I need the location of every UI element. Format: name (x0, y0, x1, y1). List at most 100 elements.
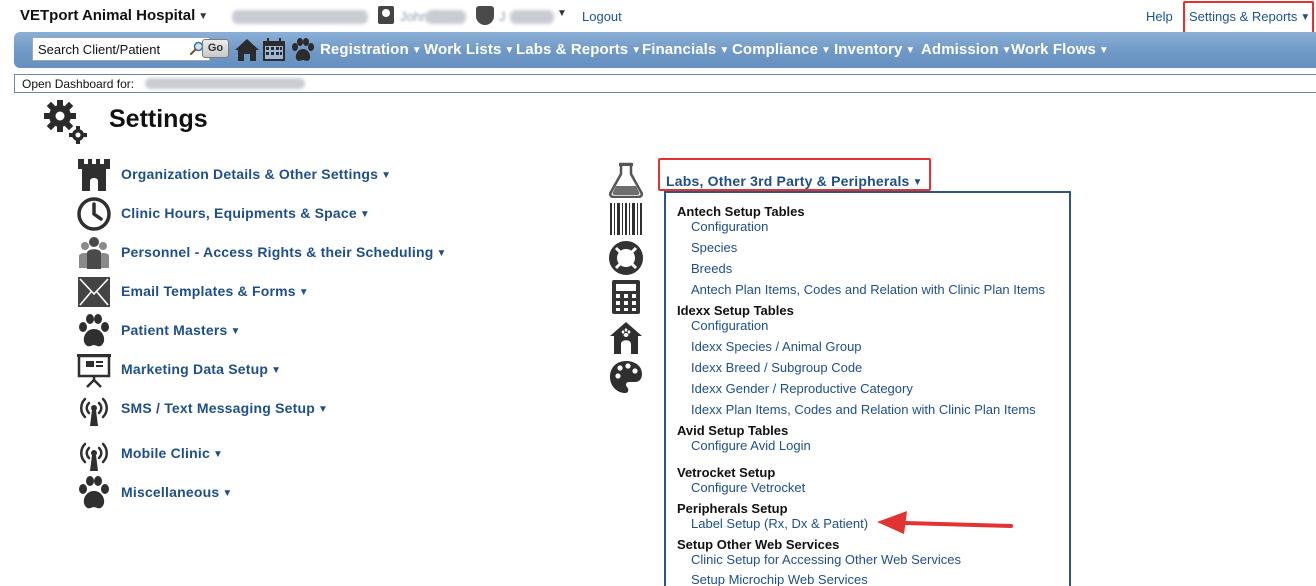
top-bar: VETport Animal Hospital▼ John Doe J ▼ Lo… (0, 0, 1316, 41)
main-nav-bar: Go Registration▼ Work Lists▼ Labs & Repo… (14, 32, 1316, 68)
nav-labs-reports[interactable]: Labs & Reports ▼ (516, 41, 641, 58)
label-text: Email Templates & Forms (121, 283, 296, 299)
labs-peripherals-menu[interactable]: Labs, Other 3rd Party & Peripherals ▼ (666, 173, 923, 189)
settings-item-label: Mobile Clinic ▼ (121, 445, 223, 461)
submenu-link[interactable]: Configuration (691, 318, 768, 333)
group-heading: Vetrocket Setup (677, 465, 776, 480)
antenna-icon (80, 397, 108, 426)
role-initial[interactable]: J (499, 9, 506, 24)
redacted-role (510, 10, 554, 24)
gears-icon (44, 100, 87, 144)
chevron-down-icon: ▼ (212, 449, 224, 460)
settings-item-label: Marketing Data Setup ▼ (121, 361, 281, 377)
nav-financials[interactable]: Financials ▼ (642, 41, 729, 58)
chevron-down-icon: ▼ (631, 45, 642, 56)
nav-label: Admission (921, 41, 999, 58)
group-heading: Idexx Setup Tables (677, 303, 794, 318)
nav-compliance[interactable]: Compliance ▼ (732, 41, 831, 58)
castle-icon (78, 159, 110, 191)
label-text: Personnel - Access Rights & their Schedu… (121, 244, 434, 260)
chevron-down-icon: ▼ (912, 177, 923, 188)
label-text: Mobile Clinic (121, 445, 210, 461)
role-badge-icon (476, 6, 494, 25)
nav-work-lists[interactable]: Work Lists ▼ (424, 41, 514, 58)
redacted-user (426, 10, 466, 24)
lifebuoy-icon (609, 241, 643, 275)
open-dashboard-bar: Open Dashboard for: (14, 74, 1316, 93)
nav-admission[interactable]: Admission ▼ (921, 41, 1012, 58)
labs-menu-label: Labs, Other 3rd Party & Peripherals (666, 173, 910, 189)
nav-label: Inventory (834, 41, 903, 58)
chevron-down-icon: ▼ (719, 45, 730, 56)
submenu-link[interactable]: Species (691, 240, 737, 255)
settings-item-label: Clinic Hours, Equipments & Space ▼ (121, 205, 370, 221)
help-link[interactable]: Help (1146, 9, 1173, 24)
nav-registration[interactable]: Registration ▼ (320, 41, 422, 58)
chevron-down-icon: ▼ (222, 488, 233, 499)
arrow-annotation-icon (877, 511, 1013, 534)
nav-work-flows[interactable]: Work Flows ▼ (1011, 41, 1109, 58)
settings-item-label: Miscellaneous ▼ (121, 484, 232, 500)
submenu-link[interactable]: Setup Microchip Web Services (691, 572, 868, 586)
label-text: Organization Details & Other Settings (121, 166, 379, 182)
chevron-down-icon: ▼ (317, 404, 329, 415)
user-icon (378, 6, 394, 24)
label-text: Patient Masters (121, 322, 228, 338)
nav-inventory[interactable]: Inventory ▼ (834, 41, 915, 58)
chevron-down-icon: ▼ (1098, 45, 1109, 56)
group-heading: Peripherals Setup (677, 501, 788, 516)
submenu-link[interactable]: Idexx Species / Animal Group (691, 339, 862, 354)
submenu-link[interactable]: Breeds (691, 261, 732, 276)
label-text: Marketing Data Setup (121, 361, 269, 377)
group-heading: Antech Setup Tables (677, 204, 805, 219)
page-title: Settings (109, 105, 208, 133)
chevron-down-icon: ▼ (381, 170, 392, 181)
submenu-link[interactable]: Clinic Setup for Accessing Other Web Ser… (691, 552, 961, 567)
nav-label: Work Flows (1011, 41, 1096, 58)
chevron-down-icon: ▼ (198, 11, 209, 22)
personnel-icon (79, 237, 109, 269)
calendar-icon[interactable] (261, 37, 287, 63)
submenu-link[interactable]: Configure Vetrocket (691, 480, 805, 495)
label-text: SMS / Text Messaging Setup (121, 400, 315, 416)
settings-item-label: Patient Masters ▼ (121, 322, 241, 338)
label-text: Miscellaneous (121, 484, 220, 500)
home-icon[interactable] (234, 37, 260, 63)
nav-label: Registration (320, 41, 409, 58)
label-text: Clinic Hours, Equipments & Space (121, 205, 357, 221)
clinic-selector[interactable]: VETport Animal Hospital ▼ (20, 7, 208, 24)
clock-icon (77, 197, 111, 231)
settings-item-label: SMS / Text Messaging Setup ▼ (121, 400, 328, 416)
chevron-down-icon: ▼ (411, 45, 422, 56)
submenu-link[interactable]: Idexx Gender / Reproductive Category (691, 381, 913, 396)
palette-icon (610, 361, 642, 393)
paw-icon[interactable] (289, 37, 315, 63)
submenu-link[interactable]: Antech Plan Items, Codes and Relation wi… (691, 282, 1045, 297)
presentation-icon (77, 354, 111, 388)
group-heading: Setup Other Web Services (677, 537, 840, 552)
paw-icon (79, 314, 109, 347)
paw-icon (79, 476, 109, 509)
submenu-link[interactable]: Configure Avid Login (691, 438, 811, 453)
chevron-down-icon[interactable]: ▼ (557, 8, 567, 19)
doghouse-icon (610, 322, 642, 354)
redacted-patient[interactable] (145, 78, 305, 89)
go-button[interactable]: Go (202, 39, 229, 58)
submenu-link-label-setup[interactable]: Label Setup (Rx, Dx & Patient) (691, 516, 868, 531)
open-dashboard-label: Open Dashboard for: (22, 77, 135, 91)
nav-label: Compliance (732, 41, 819, 58)
nav-label: Financials (642, 41, 717, 58)
submenu-link[interactable]: Configuration (691, 219, 768, 234)
barcode-icon (610, 203, 642, 235)
clinic-name: VETport Animal Hospital (20, 7, 196, 24)
search-client-patient-input[interactable] (32, 37, 210, 61)
redacted-clinic-info (232, 10, 368, 24)
logout-link[interactable]: Logout (582, 9, 622, 24)
chevron-down-icon: ▼ (230, 326, 241, 337)
submenu-link[interactable]: Idexx Plan Items, Codes and Relation wit… (691, 402, 1036, 417)
group-heading: Avid Setup Tables (677, 423, 789, 438)
chevron-down-icon: ▼ (821, 45, 832, 56)
chevron-down-icon: ▼ (504, 45, 515, 56)
submenu-link[interactable]: Idexx Breed / Subgroup Code (691, 360, 862, 375)
chevron-down-icon: ▼ (436, 248, 447, 259)
